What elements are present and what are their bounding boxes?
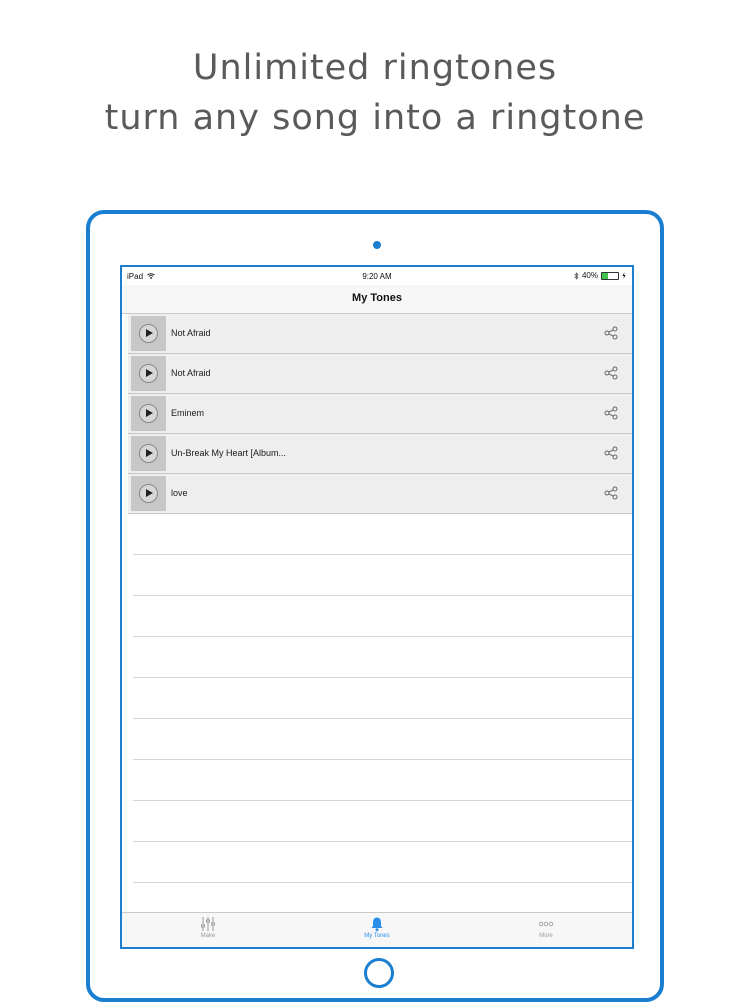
promo-subheadline: turn any song into a ringtone bbox=[104, 98, 646, 138]
tone-title: Not Afraid bbox=[171, 328, 211, 338]
tone-title: Eminem bbox=[171, 408, 205, 418]
sliders-icon bbox=[201, 917, 215, 931]
tone-row[interactable]: Not Afraid bbox=[128, 354, 632, 394]
tab-more[interactable]: More bbox=[516, 916, 576, 939]
play-icon[interactable] bbox=[139, 404, 158, 423]
empty-row bbox=[133, 760, 632, 801]
share-icon[interactable] bbox=[604, 406, 618, 420]
tab-bar: Make My Tones More bbox=[122, 912, 632, 947]
more-icon bbox=[538, 921, 554, 927]
status-bar: iPad 9:20 AM 40% bbox=[122, 267, 632, 285]
tone-title: Not Afraid bbox=[171, 368, 211, 378]
tone-thumbnail bbox=[131, 356, 166, 391]
tab-label: My Tones bbox=[364, 933, 390, 939]
status-time: 9:20 AM bbox=[362, 272, 392, 281]
tab-label: Make bbox=[200, 933, 216, 939]
tone-thumbnail bbox=[131, 316, 166, 351]
camera-dot bbox=[373, 241, 381, 249]
charging-icon bbox=[622, 272, 626, 279]
play-icon[interactable] bbox=[139, 484, 158, 503]
tablet-frame: iPad 9:20 AM 40% My Tones Not Afraid Not… bbox=[86, 210, 664, 1002]
tab-my-tones[interactable]: My Tones bbox=[347, 916, 407, 939]
play-icon[interactable] bbox=[139, 364, 158, 383]
app-screen: iPad 9:20 AM 40% My Tones Not Afraid Not… bbox=[120, 265, 634, 949]
home-button[interactable] bbox=[364, 958, 394, 988]
battery-level bbox=[602, 272, 609, 279]
tab-make[interactable]: Make bbox=[178, 916, 238, 939]
battery-percent: 40% bbox=[581, 271, 598, 280]
battery-icon bbox=[601, 271, 619, 280]
tone-row[interactable]: Not Afraid bbox=[128, 314, 632, 354]
share-icon[interactable] bbox=[604, 326, 618, 340]
share-icon[interactable] bbox=[604, 446, 618, 460]
tone-row[interactable]: Eminem bbox=[128, 394, 632, 434]
share-icon[interactable] bbox=[604, 486, 618, 500]
tone-thumbnail bbox=[131, 396, 166, 431]
share-icon[interactable] bbox=[604, 366, 618, 380]
page-title: My Tones bbox=[352, 292, 402, 304]
empty-row bbox=[133, 514, 632, 555]
tab-label: More bbox=[539, 933, 553, 939]
empty-row bbox=[133, 842, 632, 883]
tones-list: Not Afraid Not Afraid Eminem Un-Break My… bbox=[128, 314, 632, 883]
tone-row[interactable]: Un-Break My Heart [Album... bbox=[128, 434, 632, 474]
bell-icon bbox=[371, 917, 383, 932]
bluetooth-icon bbox=[574, 271, 579, 280]
status-right: 40% bbox=[574, 271, 626, 280]
empty-row bbox=[133, 596, 632, 637]
empty-row bbox=[133, 637, 632, 678]
promo-headline: Unlimited ringtones bbox=[192, 48, 558, 88]
tone-thumbnail bbox=[131, 436, 166, 471]
tone-row[interactable]: love bbox=[128, 474, 632, 514]
empty-row bbox=[133, 555, 632, 596]
empty-row bbox=[133, 801, 632, 842]
tone-title: Un-Break My Heart [Album... bbox=[171, 448, 287, 458]
play-icon[interactable] bbox=[139, 324, 158, 343]
nav-bar: My Tones bbox=[122, 285, 632, 314]
tone-thumbnail bbox=[131, 476, 166, 511]
tone-title: love bbox=[171, 488, 188, 498]
play-icon[interactable] bbox=[139, 444, 158, 463]
empty-row bbox=[133, 678, 632, 719]
empty-row bbox=[133, 719, 632, 760]
